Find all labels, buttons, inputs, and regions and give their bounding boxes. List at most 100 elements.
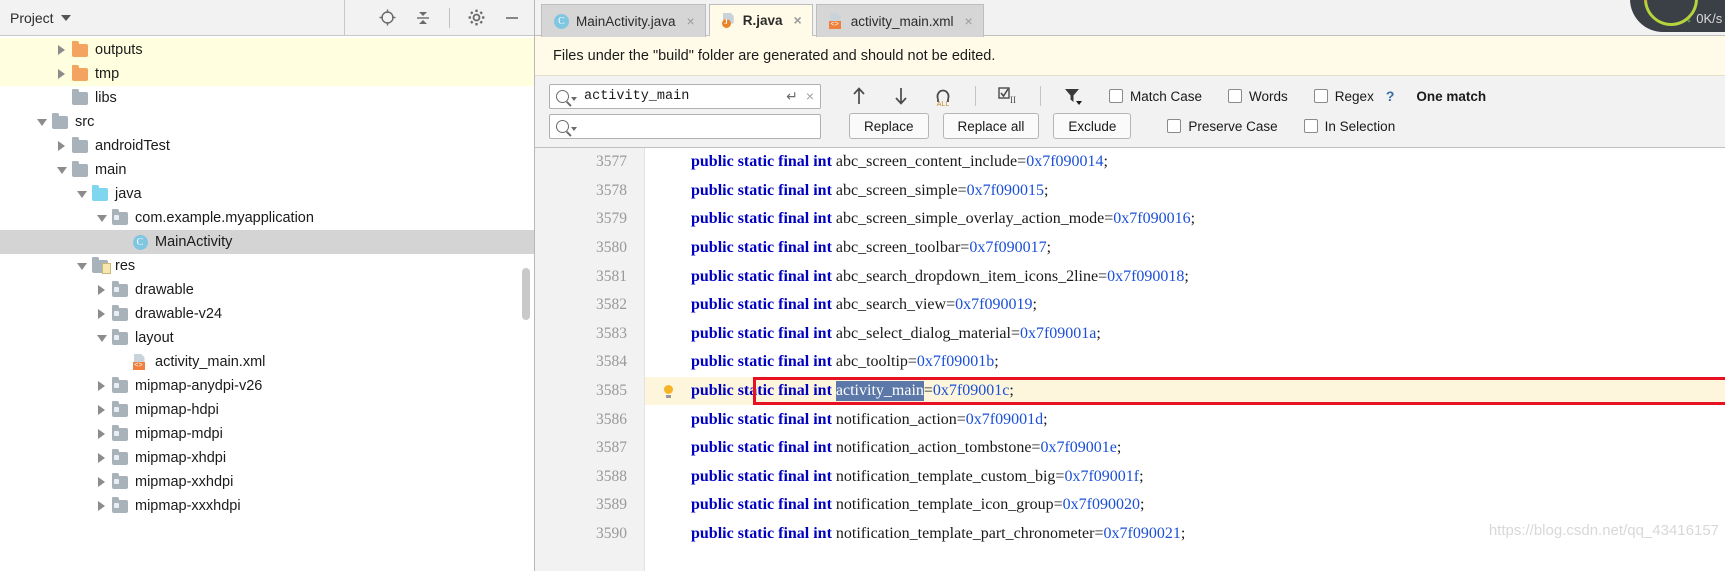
chevron-right-icon[interactable] [54, 62, 69, 86]
code-line[interactable]: 3582 public static final int abc_search_v… [596, 291, 1725, 320]
code-identifier: notification_action [835, 410, 957, 428]
chevron-down-icon[interactable] [54, 158, 69, 182]
intention-bulb-icon[interactable] [663, 384, 674, 398]
chevron-right-icon[interactable] [94, 470, 109, 494]
checkbox-preserve-case[interactable]: Preserve Case [1167, 119, 1278, 134]
chevron-down-icon[interactable] [74, 254, 89, 278]
chevron-right-icon[interactable] [94, 422, 109, 446]
folder-gray [69, 134, 91, 158]
tree-item-mipmap-hdpi[interactable]: mipmap-hdpi [0, 398, 534, 422]
checkbox-match-case[interactable]: Match Case [1109, 89, 1202, 104]
tree-item-main[interactable]: main [0, 158, 534, 182]
enter-icon[interactable]: ↵ [786, 88, 798, 105]
project-dropdown[interactable]: Project [0, 0, 345, 35]
filter-icon[interactable] [1063, 85, 1083, 107]
tree-item-outputs[interactable]: outputs [0, 38, 534, 62]
tree-item-mipmap-anydpi-v26[interactable]: mipmap-anydpi-v26 [0, 374, 534, 398]
folder-module [109, 206, 131, 230]
collapse-all-icon[interactable] [413, 8, 433, 28]
tree-item-mainactivity[interactable]: C MainActivity [0, 230, 534, 254]
close-icon[interactable]: × [687, 13, 695, 29]
chevron-right-icon[interactable] [94, 494, 109, 518]
project-tree-scrollbar[interactable] [522, 268, 530, 320]
search-input[interactable]: activity_main ↵ × [549, 83, 821, 109]
line-number: 3590 [596, 525, 627, 543]
find-replace-panel: activity_main ↵ × ALL II Match Case Word… [535, 76, 1725, 148]
code-content[interactable]: 3577 public static final int abc_screen_c… [596, 148, 1725, 571]
editor-tab-r-java[interactable]: R.java × [708, 4, 813, 37]
replace-button[interactable]: Replace [849, 113, 929, 139]
chevron-right-icon[interactable] [54, 134, 69, 158]
code-line[interactable]: 3586 public static final int notification… [596, 405, 1725, 434]
tree-item-mipmap-mdpi[interactable]: mipmap-mdpi [0, 422, 534, 446]
search-icon [556, 119, 569, 133]
replace-history-chevron-icon[interactable] [571, 127, 577, 131]
code-line[interactable]: 3577 public static final int abc_screen_c… [596, 148, 1725, 177]
code-line[interactable]: 3587 public static final int notification… [596, 434, 1725, 463]
checkbox-box[interactable] [1109, 89, 1123, 103]
editor-tab-mainactivity-java[interactable]: C MainActivity.java × [541, 4, 706, 37]
exclude-button[interactable]: Exclude [1053, 113, 1132, 139]
tree-item-java[interactable]: java [0, 182, 534, 206]
tree-item-activity-main-xml[interactable]: <> activity_main.xml [0, 350, 534, 374]
code-line[interactable]: 3581 public static final int abc_search_d… [596, 262, 1725, 291]
tree-item-com-example-myapplication[interactable]: com.example.myapplication [0, 206, 534, 230]
chevron-right-icon[interactable] [94, 398, 109, 422]
replace-input[interactable] [549, 113, 821, 139]
checkbox-box[interactable] [1167, 119, 1182, 133]
code-line[interactable]: 3588 public static final int notification… [596, 463, 1725, 492]
checkbox-box[interactable] [1303, 119, 1318, 133]
tree-item-drawable[interactable]: drawable [0, 278, 534, 302]
gear-icon[interactable] [466, 8, 486, 28]
code-editor[interactable]: 3577 public static final int abc_screen_c… [535, 148, 1725, 571]
close-icon[interactable]: × [964, 13, 972, 29]
chevron-down-icon[interactable] [94, 206, 109, 230]
tree-item-res[interactable]: res [0, 254, 534, 278]
chevron-down-icon[interactable] [74, 182, 89, 206]
chevron-right-icon[interactable] [54, 38, 69, 62]
tree-item-libs[interactable]: libs [0, 86, 534, 110]
chevron-right-icon[interactable] [94, 278, 109, 302]
project-tree[interactable]: outputs tmp libs src androidTest main java com.… [0, 36, 534, 571]
tree-item-drawable-v24[interactable]: drawable-v24 [0, 302, 534, 326]
select-all-occurrences-icon[interactable]: II [998, 85, 1018, 107]
chevron-down-icon[interactable] [34, 110, 49, 134]
tree-item-layout[interactable]: layout [0, 326, 534, 350]
checkbox-box[interactable] [1228, 89, 1243, 103]
locate-icon[interactable] [377, 8, 397, 28]
tree-item-androidtest[interactable]: androidTest [0, 134, 534, 158]
tree-item-label: layout [135, 330, 174, 346]
gutter-marker[interactable] [645, 384, 691, 398]
tree-item-tmp[interactable]: tmp [0, 62, 534, 86]
chevron-right-icon[interactable] [94, 446, 109, 470]
checkbox-words[interactable]: Words [1228, 89, 1288, 104]
clear-search-icon[interactable]: × [806, 88, 814, 104]
replace-all-button[interactable]: Replace all [942, 113, 1040, 139]
tree-item-mipmap-xxhdpi[interactable]: mipmap-xxhdpi [0, 470, 534, 494]
tree-item-mipmap-xhdpi[interactable]: mipmap-xhdpi [0, 446, 534, 470]
code-line[interactable]: 3580 public static final int abc_screen_t… [596, 234, 1725, 263]
code-line[interactable]: 3589 public static final int notification… [596, 491, 1725, 520]
tree-item-mipmap-xxxhdpi[interactable]: mipmap-xxxhdpi [0, 494, 534, 518]
chevron-right-icon[interactable] [94, 302, 109, 326]
code-line[interactable]: 3578 public static final int abc_screen_s… [596, 177, 1725, 206]
chevron-right-icon[interactable] [94, 374, 109, 398]
chevron-down-icon[interactable] [94, 326, 109, 350]
checkbox-in-selection[interactable]: In Selection [1303, 119, 1395, 134]
find-all-icon[interactable]: ALL [933, 85, 953, 107]
code-line[interactable]: 3584 public static final int abc_tooltip =… [596, 348, 1725, 377]
code-keywords: public static final int [691, 324, 836, 342]
close-icon[interactable]: × [794, 12, 802, 28]
checkbox-regex[interactable]: Regex [1313, 89, 1374, 104]
regex-help-icon[interactable]: ? [1386, 88, 1395, 104]
code-line[interactable]: 3585 public static final int activity_mai… [596, 376, 1725, 406]
checkbox-box[interactable] [1313, 89, 1328, 103]
tree-item-src[interactable]: src [0, 110, 534, 134]
find-next-icon[interactable] [891, 85, 911, 107]
code-line[interactable]: 3579 public static final int abc_screen_s… [596, 205, 1725, 234]
editor-tab-activity-main-xml[interactable]: <> activity_main.xml × [815, 4, 984, 37]
code-line[interactable]: 3583 public static final int abc_select_d… [596, 320, 1725, 349]
minimize-icon[interactable] [502, 8, 522, 28]
find-previous-icon[interactable] [849, 85, 869, 107]
